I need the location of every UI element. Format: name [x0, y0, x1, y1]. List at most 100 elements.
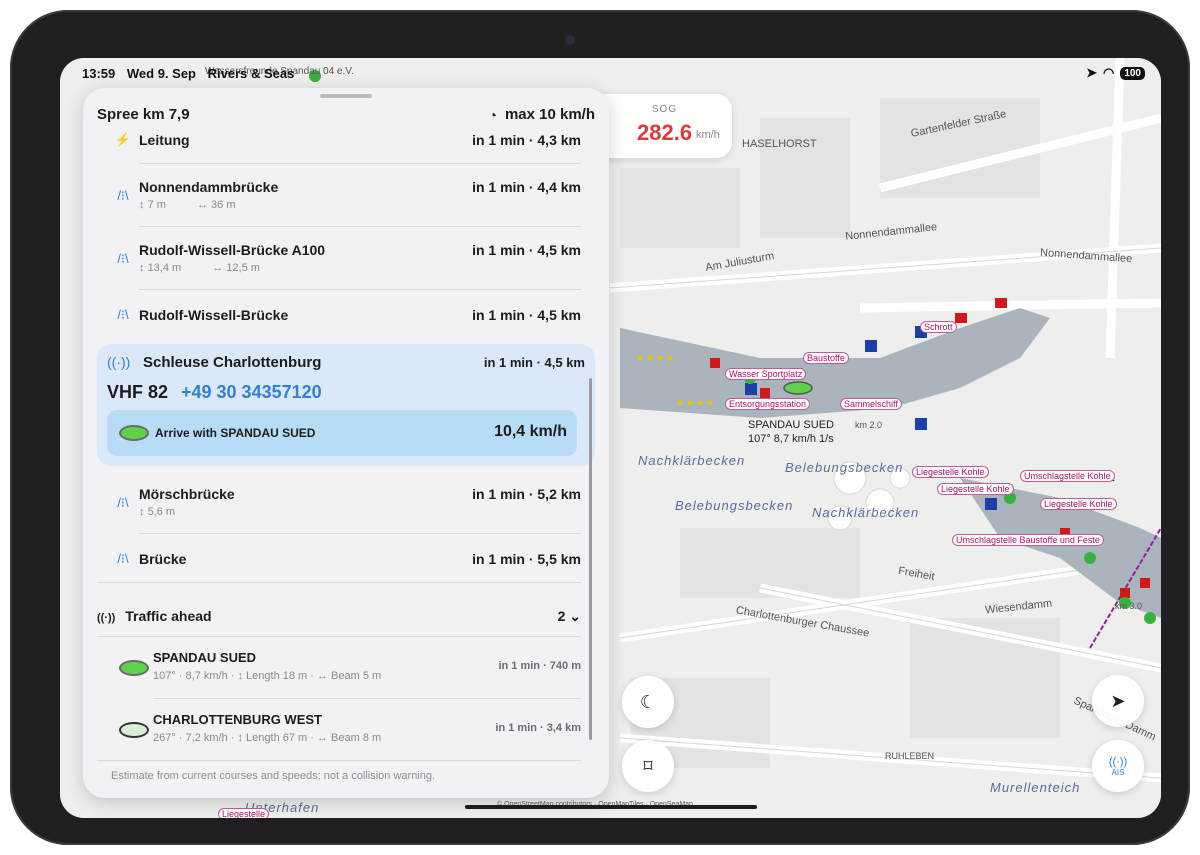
item-name: Mörschbrücke: [139, 486, 235, 502]
map-poi[interactable]: Liegestelle: [218, 808, 270, 818]
divider: [139, 289, 581, 290]
lock-card[interactable]: ((·)) Schleuse Charlottenburg in 1 min ·…: [97, 344, 595, 466]
vessel-name: CHARLOTTENBURG WEST: [153, 712, 322, 727]
ais-label: AIS: [1111, 767, 1125, 777]
home-indicator[interactable]: [465, 805, 757, 809]
vessel-icon: [119, 722, 149, 738]
panel-grabber[interactable]: [320, 94, 372, 98]
divider: [139, 533, 581, 534]
divider: [139, 163, 581, 164]
arrival-info[interactable]: Arrive with SPANDAU SUED 10,4 km/h: [107, 410, 577, 456]
map-label-basin: Belebungsbecken: [675, 498, 794, 513]
panel-header: Spree km 7,9 ◔ max 10 km/h: [97, 106, 595, 126]
front-camera: [565, 35, 575, 45]
divider: [97, 636, 581, 637]
bookmark-icon: ⌑: [643, 755, 653, 776]
item-eta: in 1 min · 4,4 km: [472, 179, 581, 195]
sog-widget[interactable]: SOG 282.6 km/h: [597, 94, 732, 158]
item-name: Rudolf-Wissell-Brücke: [139, 307, 289, 323]
status-bar: 13:59 Wed 9. Sep Rivers & Seas ➤ ◠ 100: [60, 64, 1161, 82]
river-position: Spree km 7,9: [97, 106, 190, 123]
chevron-down-icon: ⌄: [569, 608, 581, 624]
status-app: Rivers & Seas: [207, 66, 295, 81]
status-date: Wed 9. Sep: [126, 66, 196, 81]
clearance-width: 12,5 m: [226, 262, 260, 274]
map-poi[interactable]: Liegestelle Kohle: [1040, 498, 1117, 510]
vessel-icon: [119, 425, 149, 441]
ipad-frame: Gartenfelder Straße HASELHORST Nonnendam…: [10, 10, 1190, 845]
traffic-count-value: 2: [557, 608, 566, 624]
bookmark-button[interactable]: ⌑: [622, 740, 674, 792]
item-eta: in 1 min · 5,2 km: [472, 486, 581, 502]
ais-button[interactable]: ((·)) AIS: [1092, 740, 1144, 792]
map-poi[interactable]: Entsorgungsstation: [725, 398, 811, 410]
power-line-icon: ⚡: [114, 132, 132, 147]
clearance-width: 36 m: [211, 199, 236, 211]
map-label-basin: Nachklärbecken: [638, 453, 746, 468]
clearance-height: 13,4 m: [147, 262, 182, 274]
traffic-count[interactable]: 2 ⌄: [558, 608, 581, 625]
divider: [97, 760, 581, 761]
clearance-height: 5,6 m: [147, 506, 176, 518]
location-icon: ➤: [1086, 65, 1097, 80]
item-eta: in 1 min · 4,5 km: [472, 307, 581, 323]
traffic-title: Traffic ahead: [125, 608, 212, 624]
lock-vhf-channel: VHF 82: [107, 382, 169, 402]
vessel-name: SPANDAU SUED: [153, 650, 257, 665]
bridge-icon: /⁝\: [117, 188, 129, 203]
vessel-info: 107° · 8,7 km/h · ↕ Length 18 m · ↔ Beam…: [153, 670, 382, 682]
bridge-icon: /⁝\: [117, 495, 129, 510]
antenna-icon: ((·)): [97, 612, 116, 624]
day-night-button[interactable]: ☾: [622, 676, 674, 728]
lock-phone-link[interactable]: +49 30 34357120: [181, 382, 322, 403]
divider: [153, 698, 581, 699]
map-poi[interactable]: Wasser Sportplatz: [725, 368, 807, 380]
clearance-height: 7 m: [147, 199, 166, 211]
navigation-arrow-icon: ➤: [1110, 690, 1126, 711]
disclaimer: Estimate from current courses and speeds…: [111, 770, 436, 782]
vessel-icon: [119, 660, 149, 676]
item-dimensions: ↕ 5,6 m: [139, 506, 176, 518]
item-dimensions: ↕ 7 m ↔ 36 m: [139, 199, 236, 211]
bridge-icon: /⁝\: [117, 251, 129, 266]
map-poi[interactable]: Schrott: [920, 321, 957, 333]
traffic-header[interactable]: ((·)) Traffic ahead 2 ⌄: [97, 608, 581, 624]
map-poi[interactable]: Umschlagstelle Kohle: [1020, 470, 1115, 482]
wifi-icon: ◠: [1102, 65, 1115, 80]
item-name: Leitung: [139, 132, 190, 148]
sog-unit: km/h: [696, 129, 720, 141]
antenna-icon: ((·)): [1108, 755, 1128, 768]
map-poi[interactable]: Umschlagstelle Baustoffe und Feste: [952, 534, 1104, 546]
item-name: Rudolf-Wissell-Brücke A100: [139, 242, 326, 258]
map-poi[interactable]: Baustoffe: [803, 352, 849, 364]
map-poi[interactable]: Liegestelle Kohle: [912, 466, 989, 478]
vessel-eta: in 1 min · 3,4 km: [495, 722, 581, 734]
sog-label: SOG: [651, 104, 678, 115]
item-name: Brücke: [139, 551, 187, 567]
vessel-info: 267° · 7,2 km/h · ↕ Length 67 m · ↔ Beam…: [153, 732, 382, 744]
locate-button[interactable]: ➤: [1092, 675, 1144, 727]
item-name: Nonnendammbrücke: [139, 179, 279, 195]
arrival-text: Arrive with SPANDAU SUED: [155, 426, 316, 440]
map-vessel-info: 107° 8,7 km/h 1/s: [748, 433, 834, 445]
item-eta: in 1 min · 4,3 km: [472, 132, 581, 148]
map-label-water: Murellenteich: [990, 780, 1081, 795]
map-vessel-label[interactable]: SPANDAU SUED: [748, 419, 834, 431]
sog-value: 282.6: [637, 120, 693, 145]
map-poi[interactable]: Liegestelle Kohle: [937, 483, 1014, 495]
item-eta: in 1 min · 4,5 km: [472, 242, 581, 258]
arrival-speed: 10,4 km/h: [494, 423, 567, 440]
lock-eta: in 1 min · 4,5 km: [483, 355, 585, 370]
map-poi[interactable]: Sammelschiff: [840, 398, 902, 410]
screen: Gartenfelder Straße HASELHORST Nonnendam…: [60, 58, 1161, 818]
map-km-marker: km 2.0: [855, 420, 883, 430]
item-dimensions: ↕ 13,4 m ↔ 12,5 m: [139, 262, 260, 274]
item-eta: in 1 min · 5,5 km: [472, 551, 581, 567]
max-speed: max 10 km/h: [504, 106, 595, 123]
route-panel[interactable]: Spree km 7,9 ◔ max 10 km/h ⚡ Leitung in …: [83, 88, 609, 798]
battery-icon: 100: [1120, 66, 1145, 80]
scrollbar[interactable]: [589, 378, 592, 740]
map-label-basin: Nachklärbecken: [812, 505, 920, 520]
vessel-eta: in 1 min · 740 m: [498, 660, 581, 672]
map-km-marker: km 3.0: [1115, 601, 1143, 611]
